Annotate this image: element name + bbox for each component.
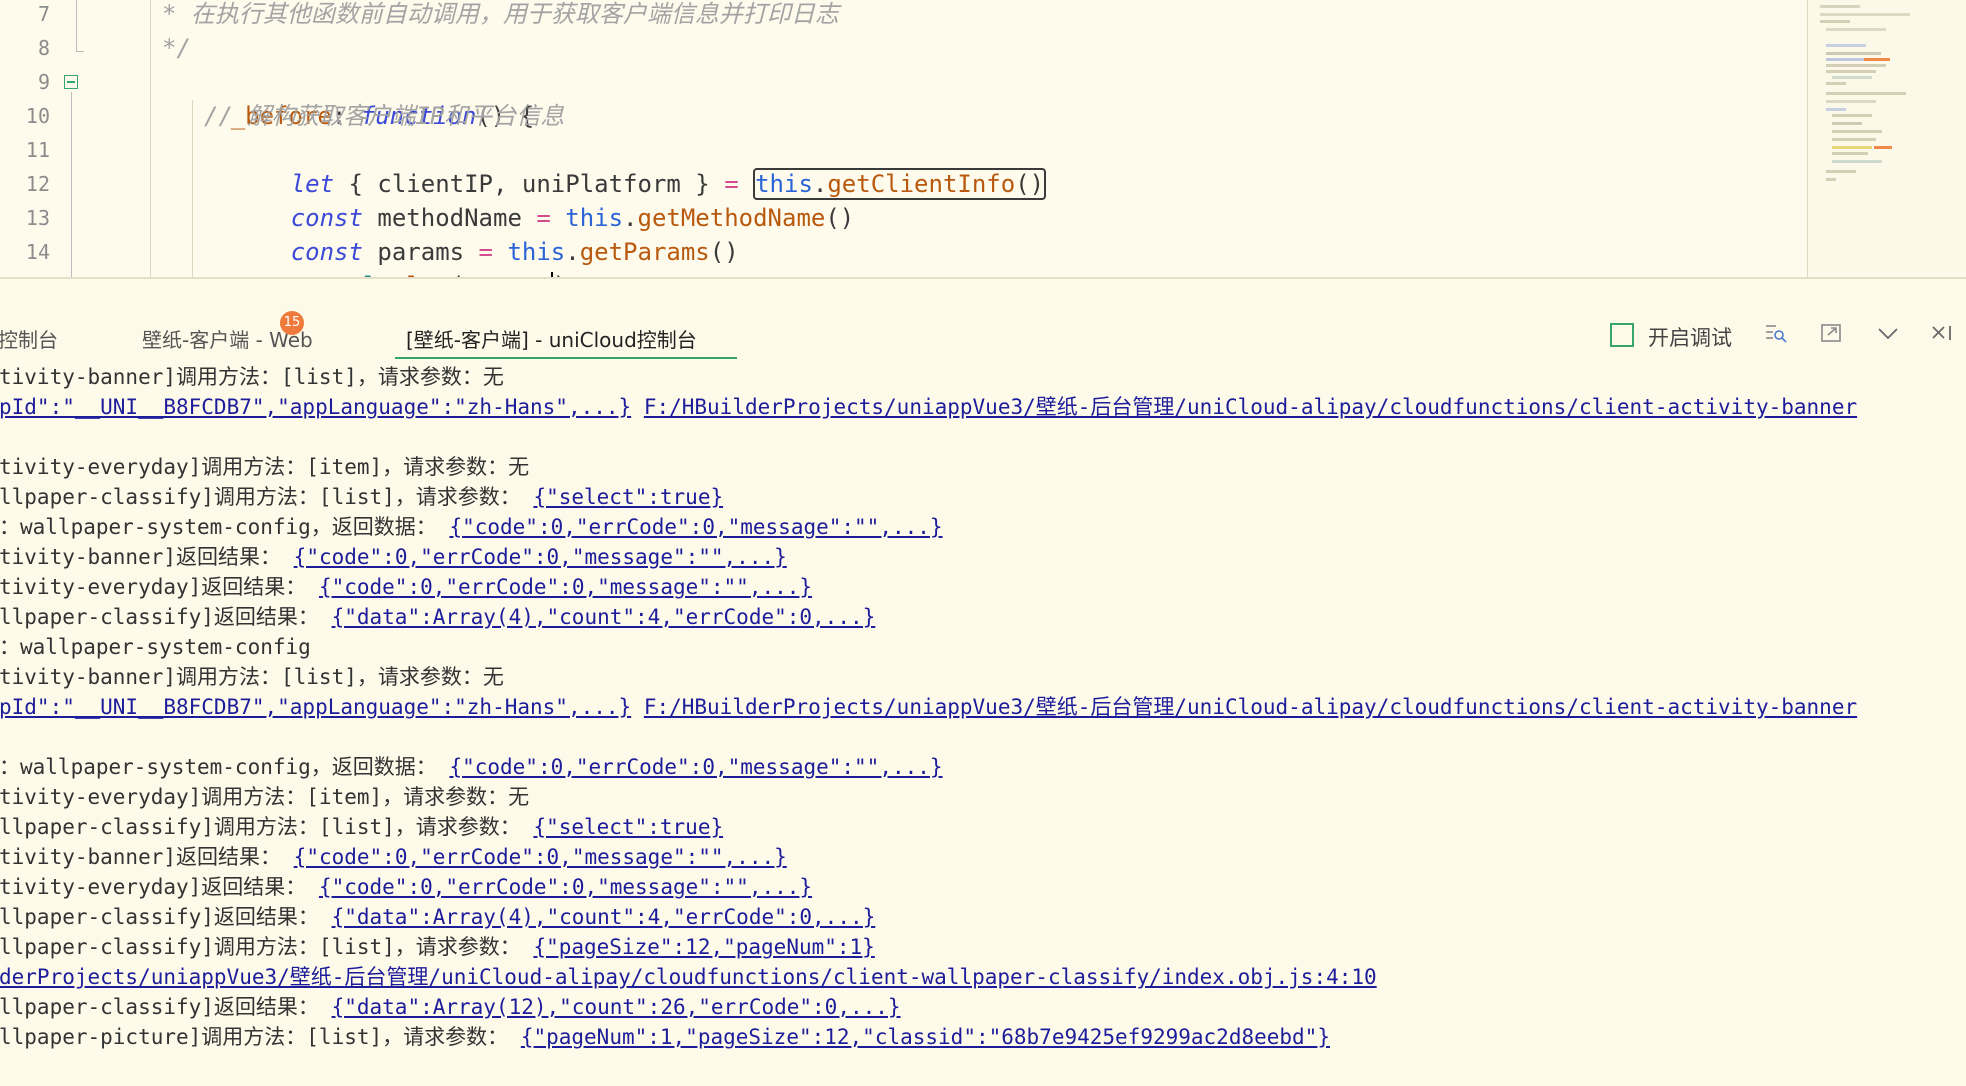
log-object-link[interactable]: {"select":true} — [533, 815, 723, 839]
debug-checkbox[interactable] — [1610, 323, 1634, 347]
log-text: tivity-banner]调用方法：[list]，请求参数：无 — [0, 365, 504, 389]
log-object-link[interactable]: {"data":Array(4),"count":4,"errCode":0,.… — [332, 905, 876, 929]
log-line: llpaper-classify]调用方法：[list]，请求参数： {"sel… — [0, 812, 723, 842]
log-line: ：wallpaper-system-config，返回数据： {"code":0… — [0, 512, 943, 542]
log-text: tivity-banner]返回结果： — [0, 545, 282, 569]
log-line: llpaper-classify]返回结果： {"data":Array(12)… — [0, 992, 901, 1022]
log-text: llpaper-classify]调用方法：[list]，请求参数： — [0, 815, 521, 839]
log-object-link[interactable]: {"select":true} — [533, 485, 723, 509]
log-object-link[interactable]: {"data":Array(12),"count":26,"errCode":0… — [332, 995, 901, 1019]
log-text: llpaper-picture]调用方法：[list]，请求参数： — [0, 1025, 509, 1049]
log-line: llpaper-classify]调用方法：[list]，请求参数： {"pag… — [0, 932, 875, 962]
console-output[interactable]: tivity-banner]调用方法：[list]，请求参数：无 pId":"__… — [0, 362, 1966, 1086]
log-text: tivity-banner]调用方法：[list]，请求参数：无 — [0, 665, 504, 689]
log-object-link[interactable]: pId":"__UNI__B8FCDB7","appLanguage":"zh-… — [0, 395, 631, 419]
tab-unicloud-console[interactable]: [壁纸-客户端] - uniCloud控制台 — [406, 324, 697, 353]
log-line: ：wallpaper-system-config — [0, 632, 311, 662]
line-number: 11 — [25, 138, 50, 162]
log-line: llpaper-classify]调用方法：[list]，请求参数： {"sel… — [0, 482, 723, 512]
log-text: tivity-everyday]调用方法：[item]，请求参数：无 — [0, 455, 530, 479]
log-line: ：wallpaper-system-config，返回数据： {"code":0… — [0, 752, 943, 782]
log-text: llpaper-classify]返回结果： — [0, 905, 319, 929]
log-text: tivity-everyday]调用方法：[item]，请求参数：无 — [0, 785, 530, 809]
log-object-link[interactable]: pId":"__UNI__B8FCDB7","appLanguage":"zh-… — [0, 695, 631, 719]
log-text: tivity-everyday]返回结果： — [0, 875, 307, 899]
log-line: derProjects/uniappVue3/壁纸-后台管理/uniCloud-… — [0, 962, 1377, 992]
code-line-8: */ — [162, 34, 191, 62]
log-object-link[interactable]: {"code":0,"errCode":0,"message":"",...} — [294, 845, 787, 869]
log-text: llpaper-classify]返回结果： — [0, 995, 319, 1019]
log-line: pId":"__UNI__B8FCDB7","appLanguage":"zh-… — [0, 692, 1857, 722]
line-number: 12 — [25, 172, 50, 196]
log-text: ：wallpaper-system-config — [0, 635, 311, 659]
log-object-link[interactable]: {"code":0,"errCode":0,"message":"",...} — [449, 755, 942, 779]
log-text: ：wallpaper-system-config，返回数据： — [0, 515, 437, 539]
log-line: tivity-banner]返回结果： {"code":0,"errCode":… — [0, 542, 787, 572]
log-file-path-link[interactable]: derProjects/uniappVue3/壁纸-后台管理/uniCloud-… — [0, 965, 1377, 989]
text-cursor: params — [464, 272, 553, 277]
log-line: tivity-everyday]返回结果： {"code":0,"errCode… — [0, 872, 812, 902]
code-line-13: const params = this.getParams() — [290, 238, 739, 266]
log-line: tivity-banner]调用方法：[list]，请求参数：无 — [0, 662, 504, 692]
log-text: llpaper-classify]返回结果： — [0, 605, 319, 629]
log-line: tivity-everyday]调用方法：[item]，请求参数：无 — [0, 782, 529, 812]
log-line: llpaper-classify]返回结果： {"data":Array(4),… — [0, 902, 875, 932]
code-line-14: console.log(params); — [204, 235, 582, 277]
log-file-path-link[interactable]: F:/HBuilderProjects/uniappVue3/壁纸-后台管理/u… — [644, 395, 1857, 419]
line-number: 10 — [25, 104, 50, 128]
fold-guide — [71, 92, 72, 277]
log-file-path-link[interactable]: F:/HBuilderProjects/uniappVue3/壁纸-后台管理/u… — [644, 695, 1857, 719]
log-line: tivity-everyday]调用方法：[item]，请求参数：无 — [0, 452, 529, 482]
log-line: llpaper-classify]返回结果： {"data":Array(4),… — [0, 602, 875, 632]
code-line-12: const methodName = this.getMethodName() — [290, 204, 855, 232]
notification-badge: 15 — [280, 311, 304, 335]
code-line-9: _before: function() { — [230, 102, 535, 130]
code-line-11: let { clientIP, uniPlatform } = this.get… — [290, 168, 1047, 200]
fold-guide-end — [76, 51, 84, 52]
panel-tab-bar: 控制台 壁纸-客户端 - Web 15 [壁纸-客户端] - uniCloud控… — [0, 280, 1966, 362]
log-text: ：wallpaper-system-config，返回数据： — [0, 755, 437, 779]
code-area[interactable]: * 在执行其他函数前自动调用，用于获取客户端信息并打印日志 */ _before… — [86, 0, 1806, 277]
log-line: pId":"__UNI__B8FCDB7","appLanguage":"zh-… — [0, 392, 1857, 422]
filter-search-icon[interactable] — [1764, 322, 1788, 349]
log-line: tivity-banner]调用方法：[list]，请求参数：无 — [0, 362, 504, 392]
line-number: 8 — [37, 36, 50, 60]
fold-collapse-icon[interactable] — [64, 75, 78, 89]
debug-label: 开启调试 — [1648, 326, 1732, 350]
line-number: 14 — [25, 240, 50, 264]
log-text: tivity-banner]返回结果： — [0, 845, 282, 869]
log-line: tivity-everyday]返回结果： {"code":0,"errCode… — [0, 572, 812, 602]
log-text: llpaper-classify]调用方法：[list]，请求参数： — [0, 935, 521, 959]
log-object-link[interactable]: {"data":Array(4),"count":4,"errCode":0,.… — [332, 605, 876, 629]
line-number: 13 — [25, 206, 50, 230]
active-tab-indicator — [395, 357, 737, 359]
code-line-10: // 解构获取客户端IP和平台信息 — [204, 102, 565, 130]
log-object-link[interactable]: {"code":0,"errCode":0,"message":"",...} — [319, 875, 812, 899]
code-editor[interactable]: 7 8 9 10 11 12 13 14 * 在执行其他函数前自动调用，用于获取… — [0, 0, 1966, 279]
log-line: llpaper-picture]调用方法：[list]，请求参数： {"page… — [0, 1022, 1330, 1052]
log-object-link[interactable]: {"code":0,"errCode":0,"message":"",...} — [294, 545, 787, 569]
minimap[interactable] — [1807, 0, 1966, 277]
log-object-link[interactable]: {"pageSize":12,"pageNum":1} — [533, 935, 874, 959]
close-panel-icon[interactable] — [1930, 322, 1956, 349]
log-text: tivity-everyday]返回结果： — [0, 575, 307, 599]
log-line: tivity-banner]返回结果： {"code":0,"errCode":… — [0, 842, 787, 872]
line-number: 7 — [37, 2, 50, 26]
line-number-gutter: 7 8 9 10 11 12 13 14 — [0, 0, 84, 277]
export-icon[interactable] — [1820, 322, 1844, 349]
log-object-link[interactable]: {"code":0,"errCode":0,"message":"",...} — [449, 515, 942, 539]
line-number: 9 — [37, 70, 50, 94]
chevron-down-icon[interactable] — [1876, 322, 1900, 349]
log-object-link[interactable]: {"code":0,"errCode":0,"message":"",...} — [319, 575, 812, 599]
tab-console[interactable]: 控制台 — [0, 324, 58, 353]
code-line-7: * 在执行其他函数前自动调用，用于获取客户端信息并打印日志 — [162, 0, 839, 28]
fold-guide — [76, 0, 77, 52]
log-object-link[interactable]: {"pageNum":1,"pageSize":12,"classid":"68… — [521, 1025, 1330, 1049]
log-text: llpaper-classify]调用方法：[list]，请求参数： — [0, 485, 521, 509]
